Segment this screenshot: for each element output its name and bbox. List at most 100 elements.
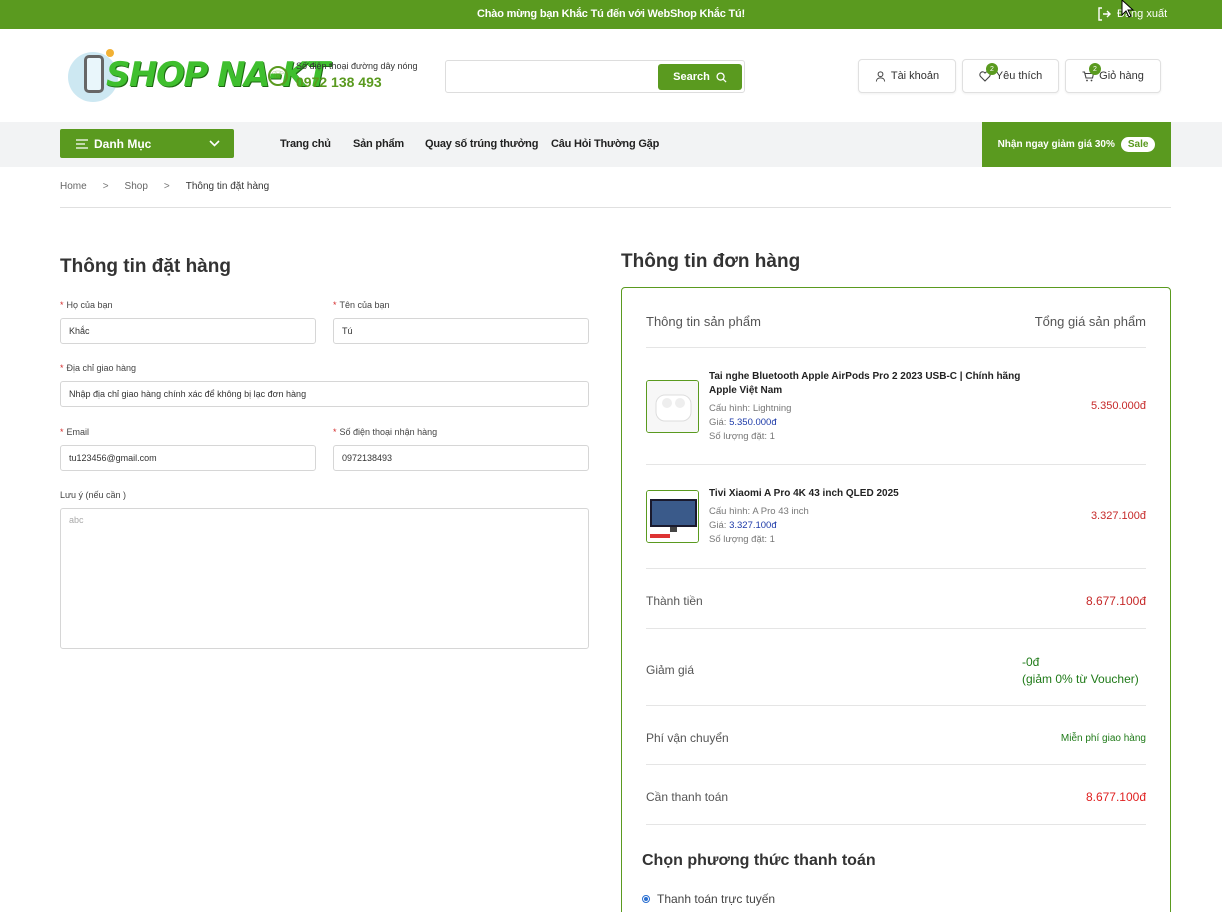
- tv-image: [647, 491, 698, 542]
- divider: [646, 568, 1146, 569]
- product-total: 3.327.100đ: [1090, 510, 1146, 522]
- nav-link-products[interactable]: Sản phẩm: [353, 138, 404, 150]
- discount-label: Giảm giá: [646, 663, 695, 677]
- payment-method-title: Chọn phương thức thanh toán: [642, 852, 876, 869]
- divider: [646, 628, 1146, 629]
- product-config: Cấu hình: A Pro 43 inch: [709, 506, 809, 517]
- hotline-label: Số điện thoại đường dây nóng: [296, 61, 418, 71]
- hotline-number: 0972 138 493: [296, 74, 382, 90]
- phone-field[interactable]: 0972138493: [333, 445, 589, 471]
- mouse-cursor-icon: [1121, 0, 1135, 18]
- search-input[interactable]: [450, 65, 650, 88]
- search-button[interactable]: Search: [658, 64, 742, 90]
- search-box: Search: [445, 60, 745, 93]
- discount-value: -0đ: [1022, 655, 1040, 669]
- welcome-message: Chào mừng bạn Khắc Tú đến với WebShop Kh…: [477, 8, 745, 20]
- divider: [646, 824, 1146, 825]
- wishlist-button[interactable]: 2 Yêu thích: [962, 59, 1059, 93]
- chevron-right-icon: >: [163, 181, 170, 192]
- wishlist-count-badge: 2: [986, 63, 998, 75]
- nav-link-home[interactable]: Trang chủ: [280, 138, 331, 150]
- order-summary-title: Thông tin đơn hàng: [621, 251, 801, 272]
- order-summary-header: Thông tin sản phẩm Tổng giá sản phẩm: [646, 314, 1146, 329]
- product-name[interactable]: Tivi Xiaomi A Pro 4K 43 inch QLED 2025: [709, 487, 1049, 501]
- product-thumbnail[interactable]: [646, 380, 699, 433]
- airpods-image: [647, 381, 698, 432]
- order-item: Tai nghe Bluetooth Apple AirPods Pro 2 2…: [646, 370, 1146, 450]
- subtotal-value: 8.677.100đ: [1085, 594, 1146, 608]
- product-price: Giá: 5.350.000đ: [709, 417, 777, 428]
- breadcrumb-current: Thông tin đặt hàng: [185, 181, 270, 192]
- phone-label: * Số điện thoại nhận hàng: [333, 427, 438, 437]
- divider: [646, 705, 1146, 706]
- product-quantity: Số lượng đặt: 1: [709, 534, 775, 545]
- email-label: * Email: [60, 427, 90, 437]
- total-label: Cần thanh toán: [646, 790, 729, 804]
- breadcrumb: Home > Shop > Thông tin đặt hàng: [60, 181, 1171, 208]
- chevron-right-icon: >: [102, 181, 109, 192]
- wishlist-label: Yêu thích: [995, 70, 1043, 82]
- col-product-label: Thông tin sản phẩm: [646, 314, 761, 329]
- cart-label: Giỏ hàng: [1099, 70, 1144, 82]
- payment-option-label: Thanh toán trực tuyến: [657, 892, 776, 906]
- address-field[interactable]: Nhập địa chỉ giao hàng chính xác để khôn…: [60, 381, 589, 407]
- note-label: Lưu ý (nếu cần ): [60, 490, 127, 500]
- divider: [646, 347, 1146, 348]
- product-total: 5.350.000đ: [1090, 400, 1146, 412]
- phone-icon: [84, 55, 104, 93]
- product-config: Cấu hình: Lightning: [709, 403, 792, 414]
- first-name-field[interactable]: Tú: [333, 318, 589, 344]
- discount-note: (giảm 0% từ Voucher): [1022, 672, 1139, 686]
- total-value: 8.677.100đ: [1085, 790, 1146, 804]
- nav-link-lucky-draw[interactable]: Quay số trúng thưởng: [425, 138, 538, 150]
- order-item: Tivi Xiaomi A Pro 4K 43 inch QLED 2025 C…: [646, 487, 1146, 557]
- logout-icon: [1098, 7, 1111, 21]
- cart-button[interactable]: 2 Giỏ hàng: [1065, 59, 1161, 93]
- main-nav: Danh Mục Trang chủ Sản phẩm Quay số trún…: [0, 122, 1222, 167]
- breadcrumb-home[interactable]: Home: [60, 181, 87, 207]
- breadcrumb-shop[interactable]: Shop: [125, 181, 148, 207]
- search-icon: [716, 71, 727, 83]
- col-total-label: Tổng giá sản phẩm: [1034, 314, 1146, 329]
- sale-badge: Sale: [1120, 137, 1156, 152]
- subtotal-row: Thành tiền 8.677.100đ: [646, 594, 1146, 608]
- product-thumbnail[interactable]: [646, 490, 699, 543]
- shipping-label: Phí vận chuyển: [646, 731, 729, 745]
- category-dropdown[interactable]: Danh Mục: [60, 129, 234, 158]
- subtotal-label: Thành tiền: [646, 594, 703, 608]
- discount-value-block: -0đ (giảm 0% từ Voucher): [1022, 654, 1139, 688]
- promo-text: Nhận ngay giảm giá 30%: [997, 139, 1115, 150]
- menu-icon: [76, 138, 88, 149]
- account-button[interactable]: Tài khoản: [858, 59, 956, 93]
- top-bar: Chào mừng bạn Khắc Tú đến với WebShop Kh…: [0, 0, 1222, 29]
- radio-selected-icon[interactable]: [642, 895, 650, 903]
- order-form-title: Thông tin đặt hàng: [60, 256, 231, 277]
- chevron-down-icon: [209, 140, 220, 147]
- product-name[interactable]: Tai nghe Bluetooth Apple AirPods Pro 2 2…: [709, 370, 1049, 398]
- order-summary-box: Thông tin sản phẩm Tổng giá sản phẩm Tai…: [621, 287, 1171, 912]
- address-label: * Địa chỉ giao hàng: [60, 363, 137, 373]
- divider: [646, 764, 1146, 765]
- category-label: Danh Mục: [94, 136, 152, 151]
- shipping-row: Phí vận chuyển Miễn phí giao hàng: [646, 731, 1146, 745]
- promo-banner[interactable]: Nhận ngay giảm giá 30% Sale: [982, 122, 1171, 167]
- product-quantity: Số lượng đặt: 1: [709, 431, 775, 442]
- cart-count-badge: 2: [1089, 63, 1101, 75]
- shipping-value: Miễn phí giao hàng: [1060, 733, 1146, 744]
- first-name-label: * Tên của bạn: [333, 300, 390, 310]
- divider: [646, 464, 1146, 465]
- nav-link-faq[interactable]: Câu Hỏi Thường Gặp: [551, 138, 659, 150]
- hotline: ☏ Số điện thoại đường dây nóng 0972 138 …: [268, 61, 418, 90]
- product-price: Giá: 3.327.100đ: [709, 520, 777, 531]
- phone-call-icon: ☏: [268, 65, 288, 86]
- payment-option-online[interactable]: Thanh toán trực tuyến: [642, 892, 775, 906]
- last-name-label: * Họ của bạn: [60, 300, 113, 310]
- last-name-field[interactable]: Khắc: [60, 318, 316, 344]
- account-label: Tài khoản: [890, 70, 940, 82]
- user-icon: [875, 70, 885, 82]
- note-textarea[interactable]: abc: [60, 508, 589, 649]
- shop-logo[interactable]: SHOP NA-KT: [66, 49, 330, 109]
- search-button-label: Search: [673, 71, 710, 83]
- email-field[interactable]: tu123456@gmail.com: [60, 445, 316, 471]
- total-row: Cần thanh toán 8.677.100đ: [646, 790, 1146, 804]
